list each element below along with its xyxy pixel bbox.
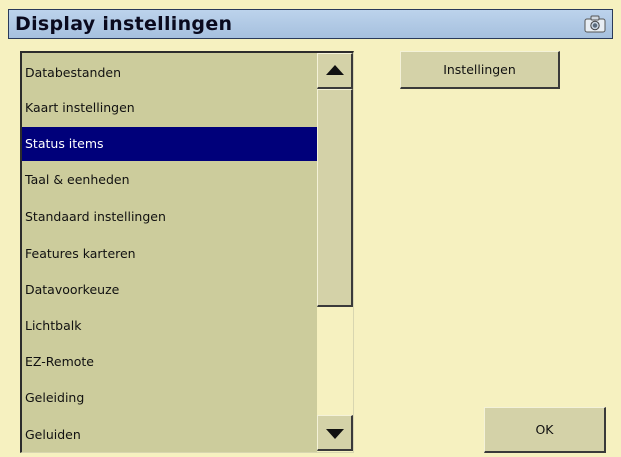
window-title: Display instellingen [15, 13, 233, 35]
list-item-datavoorkeuze[interactable]: Datavoorkeuze [22, 273, 317, 307]
list-item-lichtbalk[interactable]: Lichtbalk [22, 309, 317, 343]
display-settings-window: Display instellingen Databestanden Kaart… [0, 0, 621, 457]
ok-button[interactable]: OK [484, 407, 606, 453]
list-item-kaart-instellingen[interactable]: Kaart instellingen [22, 91, 317, 125]
list-item-status-items[interactable]: Status items [22, 127, 317, 161]
scroll-up-button[interactable] [317, 53, 353, 89]
arrow-down-icon [326, 429, 344, 439]
title-bar: Display instellingen [8, 9, 613, 39]
settings-listbox: Databestanden Kaart instellingen Status … [20, 51, 354, 453]
list-scrollbar[interactable] [317, 53, 353, 452]
list-item-features-karteren[interactable]: Features karteren [22, 237, 317, 271]
list-item-taal-eenheden[interactable]: Taal & eenheden [22, 163, 317, 197]
settings-list: Databestanden Kaart instellingen Status … [22, 53, 317, 452]
camera-icon[interactable] [584, 15, 606, 33]
scroll-down-button[interactable] [317, 415, 353, 451]
list-item-geluiden[interactable]: Geluiden [22, 418, 317, 452]
list-item-databestanden[interactable]: Databestanden [22, 56, 317, 90]
list-item-ez-remote[interactable]: EZ-Remote [22, 345, 317, 379]
arrow-up-icon [326, 65, 344, 75]
list-item-geleiding[interactable]: Geleiding [22, 381, 317, 415]
scroll-thumb[interactable] [317, 89, 353, 307]
list-item-standaard-instellingen[interactable]: Standaard instellingen [22, 200, 317, 234]
settings-button[interactable]: Instellingen [400, 51, 560, 89]
